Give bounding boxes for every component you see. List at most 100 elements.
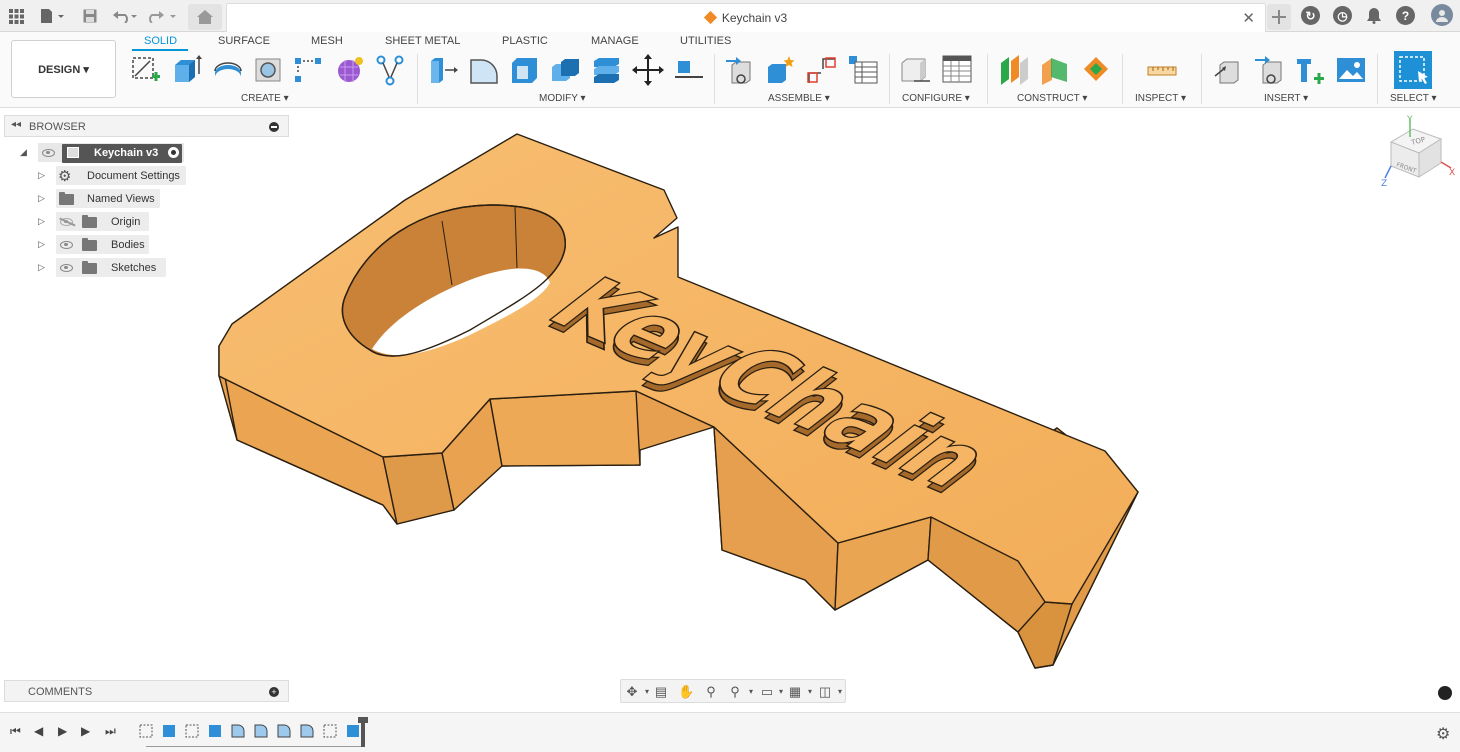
create-sketch-icon[interactable]	[130, 53, 162, 87]
group-separator	[417, 54, 418, 104]
measure-icon[interactable]	[1146, 53, 1178, 87]
user-avatar[interactable]	[1431, 4, 1453, 26]
viewports-icon[interactable]: ◫	[817, 684, 833, 699]
navigation-bar: ✥ ▾ ▤ ✋ ⚲ ⚲ ▾ ▭ ▾ ▦ ▾ ◫ ▾	[620, 679, 846, 703]
timeline-bar: ⏮ ◀ ▶ ▶ ⏭ ⚙	[0, 712, 1460, 752]
modify-group-dropdown[interactable]: MODIFY ▾	[539, 93, 586, 104]
tab-utilities[interactable]: UTILITIES	[680, 35, 731, 47]
insert-mesh-icon[interactable]	[1253, 53, 1285, 87]
select-icon[interactable]	[1394, 51, 1432, 89]
configure-group-dropdown[interactable]: CONFIGURE ▾	[902, 93, 970, 104]
notifications-bell-icon[interactable]	[1364, 6, 1384, 26]
axis-x-label: X	[1449, 168, 1455, 178]
undo-icon[interactable]	[112, 6, 138, 26]
pan-hand-icon[interactable]: ✋	[678, 684, 694, 699]
feedback-icon[interactable]	[1438, 686, 1452, 700]
timeline-extrude-icon[interactable]	[346, 723, 360, 739]
insert-group-dropdown[interactable]: INSERT ▾	[1264, 93, 1308, 104]
job-status-icon[interactable]: ↻	[1301, 6, 1320, 25]
timeline-settings-gear-icon[interactable]: ⚙	[1436, 724, 1450, 744]
file-menu-icon[interactable]	[38, 6, 66, 26]
timeline-fillet-icon[interactable]	[277, 723, 291, 739]
go-to-start-icon[interactable]: ⏮	[10, 724, 21, 739]
press-pull-icon[interactable]	[427, 53, 459, 87]
zoom-icon[interactable]: ⚲	[703, 684, 719, 699]
home-button[interactable]	[188, 4, 222, 30]
home-icon	[197, 10, 213, 24]
orbit-icon[interactable]: ✥	[624, 684, 640, 699]
view-cube[interactable]: TOP FRONT Y X Z	[1378, 114, 1456, 194]
timeline-extrude-icon[interactable]	[162, 723, 176, 739]
rectangular-pattern-icon[interactable]	[293, 53, 325, 87]
timeline-fillet-icon[interactable]	[231, 723, 245, 739]
configure-design-icon[interactable]	[900, 53, 932, 87]
apps-grid-icon[interactable]	[6, 6, 26, 26]
as-built-joint-icon[interactable]	[806, 53, 838, 87]
history-clock-icon[interactable]: ◷	[1333, 6, 1352, 25]
step-back-icon[interactable]: ◀	[34, 724, 43, 738]
plane-at-angle-icon[interactable]	[1039, 53, 1071, 87]
configuration-table-icon[interactable]	[941, 53, 973, 87]
save-icon[interactable]	[80, 6, 100, 26]
shell-icon[interactable]	[509, 53, 541, 87]
new-component-icon[interactable]	[724, 53, 756, 87]
title-bar: Keychain v3 ✕ ↻ ◷ ?	[0, 0, 1460, 32]
timeline-fillet-icon[interactable]	[254, 723, 268, 739]
tab-plastic[interactable]: PLASTIC	[502, 35, 548, 47]
midplane-icon[interactable]	[1080, 53, 1112, 87]
inspect-group-dropdown[interactable]: INSPECT ▾	[1135, 93, 1186, 104]
revolve-icon[interactable]	[212, 53, 244, 87]
fillet-icon[interactable]	[468, 53, 500, 87]
fit-zoom-icon[interactable]: ⚲	[727, 684, 743, 699]
tab-mesh[interactable]: MESH	[311, 35, 343, 47]
select-group-dropdown[interactable]: SELECT ▾	[1390, 93, 1437, 104]
timeline-marker[interactable]	[358, 717, 368, 747]
look-at-icon[interactable]: ▤	[653, 684, 669, 699]
timeline-extrude-icon[interactable]	[208, 723, 222, 739]
hole-icon[interactable]	[253, 53, 285, 87]
close-tab-icon[interactable]: ✕	[1242, 9, 1255, 27]
add-comment-icon[interactable]: +	[269, 687, 279, 697]
tab-manage[interactable]: MANAGE	[591, 35, 639, 47]
document-tab[interactable]: Keychain v3 ✕	[226, 3, 1266, 32]
insert-image-icon[interactable]	[1335, 53, 1367, 87]
comments-panel-header[interactable]: COMMENTS +	[4, 680, 289, 702]
redo-icon[interactable]	[148, 6, 178, 26]
tab-sheet-metal[interactable]: SHEET METAL	[385, 35, 460, 47]
play-icon[interactable]: ▶	[58, 724, 67, 738]
create-group-dropdown[interactable]: CREATE ▾	[241, 93, 289, 104]
group-separator	[987, 54, 988, 104]
grid-settings-icon[interactable]: ▦	[787, 684, 803, 699]
split-body-icon[interactable]	[591, 53, 623, 87]
viewports-dropdown-icon[interactable]: ▾	[832, 684, 848, 699]
help-icon[interactable]: ?	[1396, 6, 1415, 25]
zoom-dropdown-icon[interactable]: ▾	[743, 684, 759, 699]
step-forward-icon[interactable]: ▶	[81, 724, 90, 738]
extrude-icon[interactable]	[171, 53, 203, 87]
joint-icon[interactable]	[765, 53, 797, 87]
plus-icon	[1272, 10, 1286, 24]
create-form-icon[interactable]	[334, 53, 366, 87]
bill-of-materials-icon[interactable]	[847, 53, 879, 87]
timeline-fillet-icon[interactable]	[300, 723, 314, 739]
derive-icon[interactable]	[375, 53, 407, 87]
timeline-sketch-icon[interactable]	[185, 723, 199, 739]
tab-surface[interactable]: SURFACE	[218, 35, 270, 47]
fusion-app: Keychain v3 ✕ ↻ ◷ ? DESIGN ▾ SOLID SURFA…	[0, 0, 1460, 752]
timeline-sketch-icon[interactable]	[139, 723, 153, 739]
workspace-switcher-button[interactable]: DESIGN ▾	[11, 40, 116, 98]
align-icon[interactable]	[673, 53, 705, 87]
offset-plane-icon[interactable]	[998, 53, 1030, 87]
combine-icon[interactable]	[550, 53, 582, 87]
construct-group-dropdown[interactable]: CONSTRUCT ▾	[1017, 93, 1087, 104]
tab-solid[interactable]: SOLID	[144, 35, 177, 47]
move-copy-icon[interactable]	[632, 53, 664, 87]
grid-dropdown-icon[interactable]: ▾	[802, 684, 818, 699]
insert-derive-icon[interactable]	[1212, 53, 1244, 87]
viewport-canvas[interactable]: KeyChain KeyChain	[0, 108, 1460, 712]
timeline-sketch-icon[interactable]	[323, 723, 337, 739]
go-to-end-icon[interactable]: ⏭	[105, 724, 116, 739]
insert-mcmaster-icon[interactable]	[1294, 53, 1326, 87]
new-tab-button[interactable]	[1267, 4, 1291, 30]
assemble-group-dropdown[interactable]: ASSEMBLE ▾	[768, 93, 830, 104]
